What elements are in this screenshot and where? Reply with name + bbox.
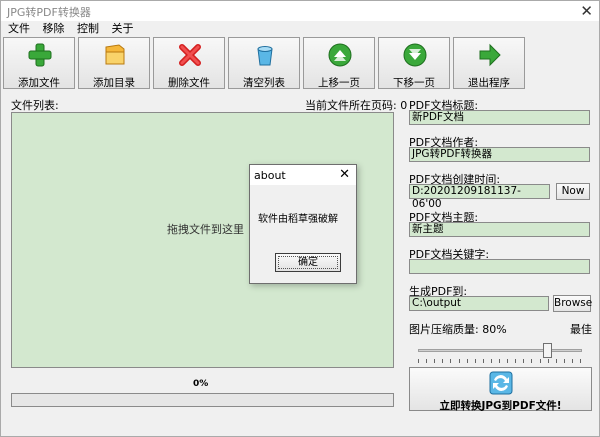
slider-tick	[482, 359, 484, 363]
move-up-label: 上移一页	[318, 77, 360, 89]
close-icon[interactable]: ✕	[580, 2, 593, 20]
slider-tick	[563, 359, 565, 363]
slider-tick	[458, 359, 460, 363]
delete-file-button[interactable]: 删除文件	[153, 37, 225, 89]
slider-tick	[450, 359, 452, 363]
delete-icon	[179, 44, 201, 66]
add-folder-button[interactable]: 添加目录	[78, 37, 150, 89]
convert-button[interactable]: 立即转换JPG到PDF文件!	[409, 367, 592, 412]
output-path-field[interactable]: C:\output	[409, 296, 549, 311]
pdf-subject-field[interactable]: 新主题	[409, 222, 590, 237]
browse-button[interactable]: Browse	[553, 295, 592, 312]
slider-ticks	[418, 359, 582, 364]
slider-tick	[580, 359, 581, 363]
menu-about[interactable]: 关于	[112, 21, 134, 37]
file-list-label: 文件列表:	[11, 99, 59, 112]
slider-tick	[466, 359, 468, 363]
slider-tick	[426, 359, 428, 363]
slider-tick	[523, 359, 525, 363]
pdf-author-field[interactable]: JPG转PDF转换器	[409, 147, 590, 162]
clear-list-icon	[257, 46, 273, 66]
move-down-button[interactable]: 下移一页	[378, 37, 450, 89]
quality-max-label: 最佳	[570, 323, 592, 336]
arrow-up-icon	[328, 43, 352, 67]
dialog-message: 软件由稻草强破解	[258, 214, 338, 225]
slider-tick	[418, 359, 419, 363]
menu-bar: 文件 移除 控制 关于	[1, 21, 599, 37]
current-page-label: 当前文件所在页码: 0	[305, 99, 408, 112]
quality-slider-thumb[interactable]	[543, 343, 552, 358]
progress-text: 0%	[193, 379, 209, 389]
delete-file-label: 删除文件	[168, 77, 210, 89]
slider-tick	[547, 359, 549, 363]
folder-icon	[105, 44, 125, 65]
dialog-title: about	[254, 169, 286, 182]
arrow-down-icon	[403, 43, 427, 67]
slider-tick	[499, 359, 500, 363]
clear-list-label: 清空列表	[243, 77, 285, 89]
slider-tick	[571, 359, 573, 363]
pdf-title-field[interactable]: 新PDF文档	[409, 110, 590, 125]
slider-tick	[507, 359, 509, 363]
move-up-button[interactable]: 上移一页	[303, 37, 375, 89]
quality-label: 图片压缩质量: 80%	[409, 323, 507, 336]
dialog-title-bar: about ✕	[250, 165, 356, 185]
pdf-keywords-field[interactable]	[409, 259, 590, 274]
add-folder-label: 添加目录	[93, 77, 135, 89]
ok-button[interactable]: 确定	[275, 253, 341, 272]
exit-label: 退出程序	[468, 77, 510, 89]
slider-tick	[555, 359, 557, 363]
add-file-button[interactable]: 添加文件	[3, 37, 75, 89]
menu-control[interactable]: 控制	[77, 21, 99, 37]
slider-tick	[539, 359, 541, 363]
window-title: JPG转PDF转换器	[7, 6, 91, 19]
quality-slider-track[interactable]	[418, 349, 582, 352]
toolbar: 添加文件 添加目录 删除文件 清空列表 上移一页 下移一页 退出程序	[3, 37, 599, 89]
now-button[interactable]: Now	[556, 183, 590, 200]
drag-hint: 拖拽文件到这里	[167, 223, 244, 236]
slider-tick	[531, 359, 533, 363]
clear-list-button[interactable]: 清空列表	[228, 37, 300, 89]
dialog-close-icon[interactable]: ✕	[339, 167, 350, 182]
about-dialog: about ✕ 软件由稻草强破解 确定	[249, 164, 357, 284]
add-file-label: 添加文件	[18, 77, 60, 89]
exit-button[interactable]: 退出程序	[453, 37, 525, 89]
menu-remove[interactable]: 移除	[43, 21, 65, 37]
exit-icon	[479, 43, 501, 67]
move-down-label: 下移一页	[393, 77, 435, 89]
menu-file[interactable]: 文件	[8, 21, 30, 37]
slider-tick	[474, 359, 476, 363]
main-window: JPG转PDF转换器 ✕ 文件 移除 控制 关于 添加文件 添加目录 删除文件 …	[0, 0, 600, 437]
pdf-created-field[interactable]: D:20201209181137-06'00	[409, 184, 550, 210]
slider-tick	[434, 359, 436, 363]
slider-tick	[490, 359, 492, 363]
add-file-icon	[28, 43, 52, 67]
slider-tick	[442, 359, 444, 363]
progress-bar	[11, 393, 394, 407]
slider-tick	[515, 359, 517, 363]
title-bar: JPG转PDF转换器 ✕	[1, 1, 599, 21]
convert-label: 立即转换JPG到PDF文件!	[439, 400, 562, 412]
convert-icon	[489, 371, 513, 395]
